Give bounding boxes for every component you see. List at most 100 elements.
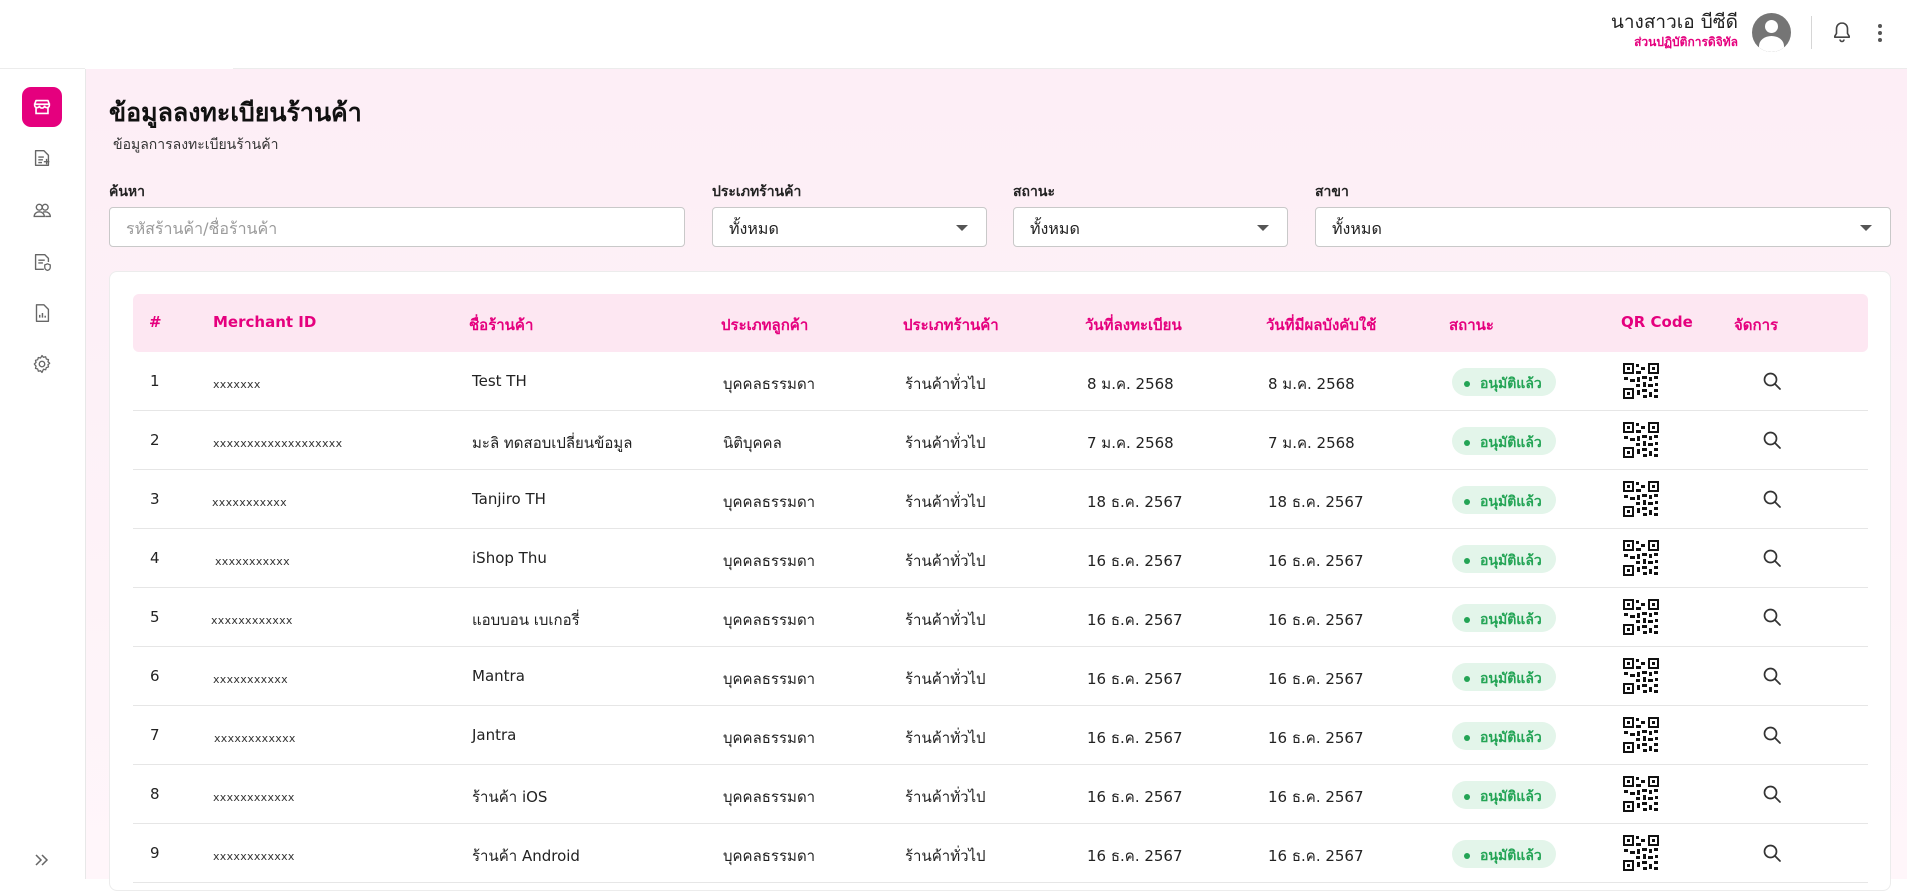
sidebar-item-document-add[interactable] [22, 138, 62, 178]
report-icon [35, 304, 50, 322]
sidebar [0, 69, 86, 879]
search-icon[interactable] [1760, 723, 1784, 747]
store-type: ร้านค้าทั่วไป [905, 493, 986, 511]
qr-code-icon[interactable] [1622, 421, 1660, 459]
registered-date: 16 ธ.ค. 2567 [1087, 611, 1183, 629]
status-badge: อนุมัติแล้ว [1452, 427, 1556, 455]
search-icon[interactable] [1760, 605, 1784, 629]
qr-code-icon[interactable] [1622, 834, 1660, 872]
status-value: ทั้งหมด [1030, 219, 1080, 238]
status-text: อนุมัติแล้ว [1480, 612, 1542, 628]
avatar-head [1765, 20, 1778, 33]
branch-label: สาขา [1315, 184, 1349, 200]
branch-select[interactable]: ทั้งหมด [1315, 207, 1891, 247]
table-row: 3 xxxxxxxxxxx Tanjiro TH บุคคลธรรมดา ร้านค้า… [133, 470, 1868, 529]
sidebar-item-report[interactable] [22, 293, 62, 333]
column-header-customer-type: ประเภทลูกค้า [721, 316, 809, 334]
qr-code-icon[interactable] [1622, 716, 1660, 754]
row-number: 9 [150, 844, 160, 862]
merchant-table: # Merchant ID ชื่อร้านค้า ประเภทลูกค้า ป… [109, 271, 1891, 891]
row-number: 5 [150, 608, 160, 626]
effective-date: 16 ธ.ค. 2567 [1268, 670, 1364, 688]
sidebar-item-verified-document[interactable] [22, 242, 62, 282]
status-badge: อนุมัติแล้ว [1452, 781, 1556, 809]
status-text: อนุมัติแล้ว [1480, 789, 1542, 805]
registered-date: 18 ธ.ค. 2567 [1087, 493, 1183, 511]
registered-date: 16 ธ.ค. 2567 [1087, 788, 1183, 806]
store-type: ร้านค้าทั่วไป [905, 788, 986, 806]
search-icon[interactable] [1760, 782, 1784, 806]
effective-date: 16 ธ.ค. 2567 [1268, 729, 1364, 747]
search-icon[interactable] [1760, 369, 1784, 393]
table-row: 2 xxxxxxxxxxxxxxxxxxx มะลิ ทดสอบเปลี่ยนข้อ… [133, 411, 1868, 470]
column-header-registered-date: วันที่ลงทะเบียน [1085, 316, 1182, 334]
qr-code-icon[interactable] [1622, 480, 1660, 518]
store-type: ร้านค้าทั่วไป [905, 847, 986, 865]
status-dot [1464, 617, 1470, 623]
store-name: iShop Thu [472, 549, 547, 567]
qr-code-icon[interactable] [1622, 657, 1660, 695]
table-row: 4 xxxxxxxxxxx iShop Thu บุคคลธรรมดา ร้านค้าท… [133, 529, 1868, 588]
customer-type: บุคคลธรรมดา [723, 847, 816, 865]
search-icon[interactable] [1760, 664, 1784, 688]
top-bar: นางสาวเอ บีซีดี ส่วนปฏิบัติการดิจิทัล [0, 0, 1907, 69]
sidebar-item-merchant-registration[interactable] [22, 87, 62, 127]
verified-document-icon [34, 253, 51, 272]
qr-code-icon[interactable] [1622, 362, 1660, 400]
search-icon[interactable] [1760, 428, 1784, 452]
chevron-down-icon [956, 225, 968, 231]
header-divider [1811, 16, 1812, 49]
status-text: อนุมัติแล้ว [1480, 435, 1542, 451]
search-icon[interactable] [1760, 487, 1784, 511]
store-name: ร้านค้า iOS [472, 788, 548, 806]
registered-date: 8 ม.ค. 2568 [1087, 375, 1174, 393]
status-badge: อนุมัติแล้ว [1452, 840, 1556, 868]
status-text: อนุมัติแล้ว [1480, 730, 1542, 746]
store-name: Mantra [472, 667, 525, 685]
status-dot [1464, 853, 1470, 859]
qr-code-icon[interactable] [1622, 539, 1660, 577]
status-text: อนุมัติแล้ว [1480, 553, 1542, 569]
status-dot [1464, 676, 1470, 682]
store-type-value: ทั้งหมด [729, 219, 779, 238]
expand-sidebar-icon[interactable] [30, 848, 54, 872]
status-select[interactable]: ทั้งหมด [1013, 207, 1288, 247]
store-type-select[interactable]: ทั้งหมด [712, 207, 987, 247]
row-number: 8 [150, 785, 160, 803]
avatar[interactable] [1752, 13, 1791, 52]
store-name: แอบบอน เบเกอรี่ [472, 611, 580, 629]
customer-type: บุคคลธรรมดา [723, 493, 816, 511]
registered-date: 7 ม.ค. 2568 [1087, 434, 1174, 452]
main-content: ข้อมูลลงทะเบียนร้านค้า ข้อมูลการลงทะเบีย… [86, 69, 1907, 891]
registered-date: 16 ธ.ค. 2567 [1087, 729, 1183, 747]
status-dot [1464, 794, 1470, 800]
qr-code-icon[interactable] [1622, 598, 1660, 636]
column-header-store-type: ประเภทร้านค้า [903, 316, 999, 334]
customer-type: บุคคลธรรมดา [723, 552, 816, 570]
merchant-id: xxxxxxxxxxxx [214, 732, 296, 745]
user-name: นางสาวเอ บีซีดี [1610, 11, 1738, 33]
customer-type: บุคคลธรรมดา [723, 611, 816, 629]
row-number: 6 [150, 667, 160, 685]
merchant-id: xxxxxxx [213, 378, 261, 391]
more-vertical-icon[interactable] [1870, 20, 1890, 46]
sidebar-item-users[interactable] [22, 190, 62, 230]
customer-type: บุคคลธรรมดา [723, 788, 816, 806]
bell-icon[interactable] [1830, 19, 1854, 45]
status-dot [1464, 735, 1470, 741]
status-dot [1464, 381, 1470, 387]
search-icon[interactable] [1760, 841, 1784, 865]
column-header-status: สถานะ [1449, 316, 1494, 334]
qr-code-icon[interactable] [1622, 775, 1660, 813]
status-text: อนุมัติแล้ว [1480, 848, 1542, 864]
merchant-id: xxxxxxxxxxx [213, 673, 288, 686]
row-number: 7 [150, 726, 160, 744]
table-row: 8 xxxxxxxxxxxx ร้านค้า iOS บุคคลธรรมดา ร้านค… [133, 765, 1868, 824]
column-header-merchant-id: Merchant ID [213, 313, 317, 331]
search-icon[interactable] [1760, 546, 1784, 570]
search-input[interactable]: รหัสร้านค้า/ชื่อร้านค้า [109, 207, 685, 247]
sidebar-item-settings[interactable] [22, 344, 62, 384]
status-badge: อนุมัติแล้ว [1452, 604, 1556, 632]
status-dot [1464, 558, 1470, 564]
merchant-id: xxxxxxxxxxx [215, 555, 290, 568]
